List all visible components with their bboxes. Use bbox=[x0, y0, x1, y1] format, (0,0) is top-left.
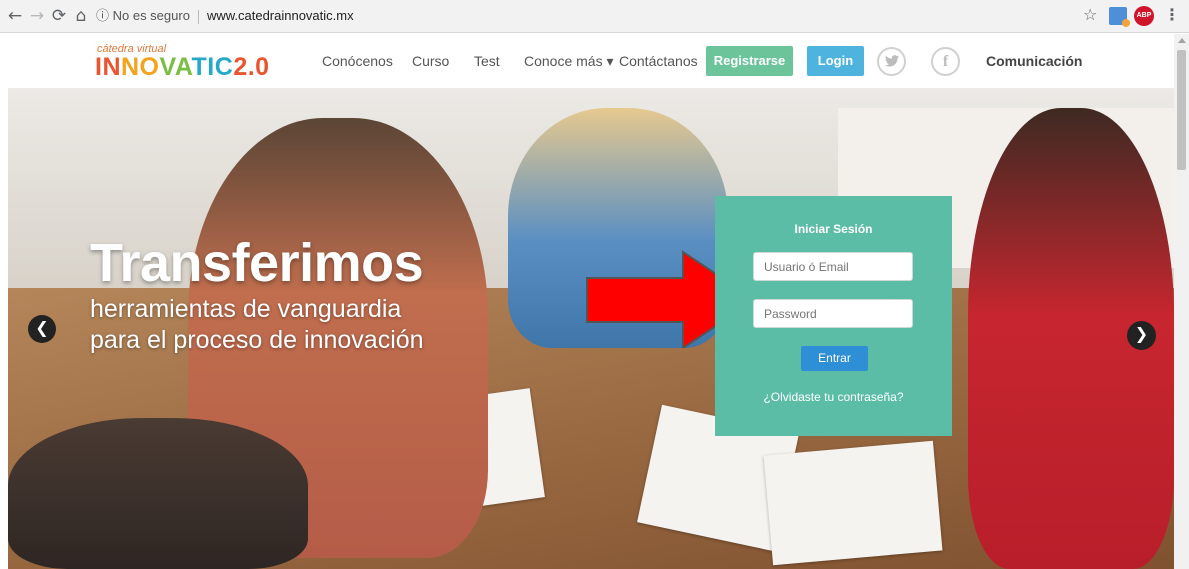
hero-carousel: Transferimos herramientas de vanguardia … bbox=[8, 88, 1174, 569]
extension-icon[interactable] bbox=[1109, 7, 1130, 27]
security-indicator[interactable]: ⓘ No es seguro bbox=[96, 8, 190, 23]
submit-login-button[interactable]: Entrar bbox=[801, 346, 868, 371]
back-icon[interactable]: ← bbox=[4, 5, 26, 27]
browser-toolbar: ← → ⟳ ⌂ ⓘ No es seguro www.catedrainnovat… bbox=[0, 0, 1189, 33]
hero-subtitle: para el proceso de innovación bbox=[90, 326, 424, 354]
site-header: cátedra virtual INNOVATIC2.0 Conócenos C… bbox=[0, 34, 1174, 88]
logo-part: 2.0 bbox=[233, 53, 270, 81]
login-button[interactable]: Login bbox=[807, 46, 864, 76]
hero-person bbox=[8, 418, 308, 569]
url-text[interactable]: www.catedrainnovatic.mx bbox=[207, 8, 354, 23]
browser-menu-icon[interactable]: ⋮ bbox=[1164, 5, 1180, 27]
nav-curso[interactable]: Curso bbox=[412, 53, 449, 69]
logo-wordmark: INNOVATIC2.0 bbox=[95, 53, 270, 82]
twitter-icon[interactable] bbox=[877, 47, 906, 76]
logo-part: IN bbox=[95, 53, 121, 81]
logo-part: TIC bbox=[191, 53, 234, 81]
address-bar[interactable]: ⓘ No es seguro www.catedrainnovatic.mx bbox=[96, 5, 1072, 27]
nav-test[interactable]: Test bbox=[474, 53, 500, 69]
bookmark-star-icon[interactable]: ☆ bbox=[1083, 5, 1097, 27]
adblock-icon[interactable]: ABP bbox=[1134, 6, 1154, 26]
username-input[interactable] bbox=[753, 252, 913, 281]
scroll-up-icon[interactable] bbox=[1178, 38, 1186, 43]
forgot-password-link[interactable]: ¿Olvidaste tu contraseña? bbox=[715, 390, 952, 404]
page-scrollbar[interactable] bbox=[1174, 34, 1189, 569]
nav-conoce-mas-dropdown[interactable]: Conoce más ▾ bbox=[524, 53, 614, 70]
scroll-thumb[interactable] bbox=[1177, 50, 1186, 170]
hero-subtitle: herramientas de vanguardia bbox=[90, 295, 402, 323]
reload-icon[interactable]: ⟳ bbox=[48, 5, 70, 27]
carousel-prev-icon[interactable]: ❮ bbox=[28, 315, 56, 343]
nav-contactanos[interactable]: Contáctanos bbox=[619, 53, 698, 69]
password-input[interactable] bbox=[753, 299, 913, 328]
nav-conocenos[interactable]: Conócenos bbox=[322, 53, 393, 69]
logo-part: NO bbox=[121, 53, 160, 81]
forward-icon[interactable]: → bbox=[26, 5, 48, 27]
facebook-icon[interactable]: f bbox=[931, 47, 960, 76]
login-panel: Iniciar Sesión Entrar ¿Olvidaste tu cont… bbox=[715, 196, 952, 436]
logo-part: VA bbox=[159, 53, 192, 81]
hero-title: Transferimos bbox=[90, 233, 424, 293]
carousel-next-icon[interactable]: ❯ bbox=[1127, 321, 1156, 350]
login-title: Iniciar Sesión bbox=[794, 222, 873, 236]
site-logo[interactable]: cátedra virtual INNOVATIC2.0 bbox=[95, 40, 269, 84]
hero-paper bbox=[763, 440, 943, 566]
register-button[interactable]: Registrarse bbox=[706, 46, 793, 76]
address-divider bbox=[197, 9, 199, 24]
nav-comunicacion[interactable]: Comunicación bbox=[986, 53, 1082, 69]
home-icon[interactable]: ⌂ bbox=[70, 5, 92, 27]
